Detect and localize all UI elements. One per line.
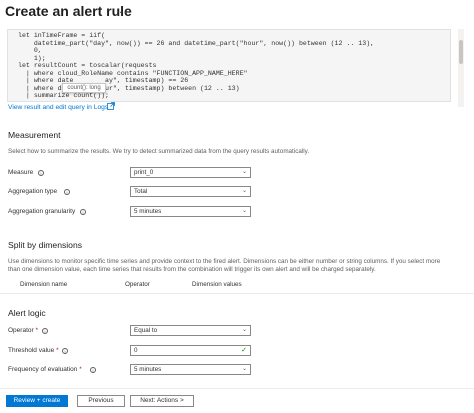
threshold-label: Threshold value *	[8, 347, 59, 354]
query-line: let resultCount = toscalar(requests	[18, 62, 157, 69]
query-scrollbar-thumb[interactable]	[459, 40, 463, 64]
alert-logic-heading: Alert logic	[8, 308, 46, 318]
aggregation-type-dropdown[interactable]: Total ⌄	[130, 186, 251, 197]
next-actions-button[interactable]: Next: Actions >	[130, 395, 194, 407]
query-line: 0,	[18, 47, 42, 54]
threshold-input[interactable]: 0 ✓	[130, 345, 251, 356]
query-line: let inTimeFrame = iif(	[18, 32, 106, 39]
column-dimension-values: Dimension values	[192, 281, 242, 288]
info-icon[interactable]: i	[38, 170, 44, 176]
column-operator: Operator	[125, 281, 150, 288]
split-description-line1: Use dimensions to monitor specific time …	[8, 258, 441, 265]
split-heading: Split by dimensions	[8, 240, 83, 250]
info-icon[interactable]: i	[90, 367, 96, 373]
required-marker: *	[56, 347, 59, 354]
aggregation-granularity-value: 5 minutes	[134, 208, 162, 215]
required-marker: *	[35, 327, 38, 334]
frequency-label: Frequency of evaluation *	[8, 366, 82, 373]
measurement-heading: Measurement	[8, 130, 61, 140]
operator-label: Operator *	[8, 327, 38, 334]
info-icon[interactable]: i	[64, 189, 70, 195]
query-line: | summarize count());	[18, 92, 110, 99]
more-options-icon[interactable]: ...	[119, 2, 132, 16]
page-title: Create an alert rule	[5, 3, 132, 19]
query-line: | where cloud_RoleName contains "FUNCTIO…	[18, 69, 248, 77]
threshold-value: 0	[134, 347, 138, 354]
chevron-down-icon: ⌄	[241, 208, 247, 214]
info-icon[interactable]: i	[62, 348, 68, 354]
operator-value: Equal to	[134, 327, 158, 334]
view-in-logs-link[interactable]: View result and edit query in Logs	[8, 104, 108, 111]
query-line: datetime_part("day", now()) == 26 and da…	[18, 39, 375, 47]
column-dimension-name: Dimension name	[20, 281, 68, 288]
external-link-icon[interactable]	[107, 102, 115, 110]
review-create-button[interactable]: Review + create	[6, 395, 68, 407]
query-line: | where date ur", timestamp) between (12…	[18, 84, 240, 92]
chevron-down-icon: ⌄	[241, 188, 247, 194]
aggregation-type-label: Aggregation type	[8, 188, 58, 195]
footer-divider	[0, 388, 474, 389]
query-tooltip: count(): long	[62, 83, 106, 93]
measure-value: print_0	[134, 169, 154, 176]
aggregation-type-value: Total	[134, 188, 148, 195]
operator-dropdown[interactable]: Equal to ⌄	[130, 325, 251, 336]
required-marker: *	[79, 366, 82, 373]
measure-dropdown[interactable]: print_0 ⌄	[130, 167, 251, 178]
info-icon[interactable]: i	[42, 328, 48, 334]
divider	[0, 293, 474, 294]
aggregation-granularity-dropdown[interactable]: 5 minutes ⌄	[130, 206, 251, 217]
split-description-line2: than one dimension value, each time seri…	[8, 266, 376, 273]
query-line: 1);	[18, 54, 46, 62]
chevron-down-icon: ⌄	[241, 169, 247, 175]
measurement-description: Select how to summarize the results. We …	[8, 148, 310, 155]
frequency-dropdown[interactable]: 5 minutes ⌄	[130, 364, 251, 375]
aggregation-granularity-label: Aggregation granularity	[8, 208, 76, 215]
measure-label: Measure	[8, 169, 34, 176]
checkmark-icon: ✓	[241, 347, 247, 354]
frequency-value: 5 minutes	[134, 366, 162, 373]
chevron-down-icon: ⌄	[241, 366, 247, 372]
info-icon[interactable]: i	[80, 209, 86, 215]
previous-button[interactable]: Previous	[77, 395, 125, 407]
chevron-down-icon: ⌄	[241, 327, 247, 333]
